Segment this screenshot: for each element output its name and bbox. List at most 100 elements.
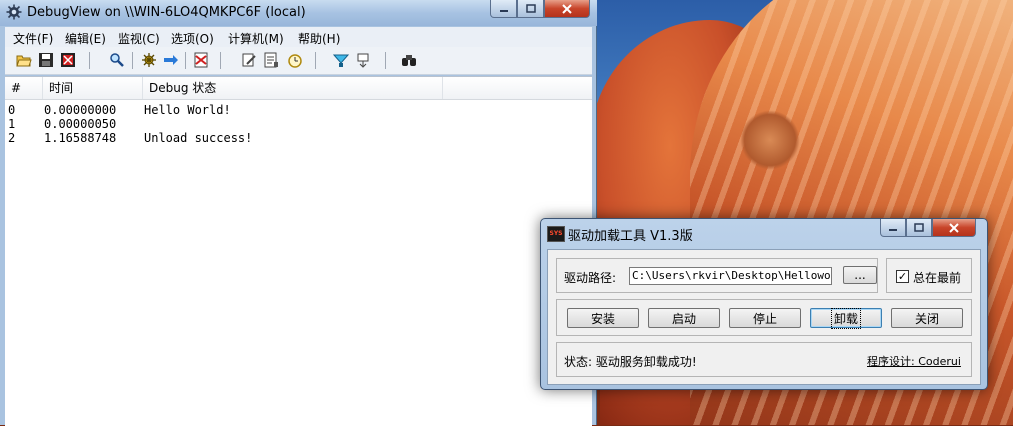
row-time: 1.16588748 xyxy=(44,131,117,145)
filter-button[interactable] xyxy=(192,51,210,69)
log-button[interactable] xyxy=(262,51,280,69)
debugview-titlebar[interactable]: DebugView on \\WIN-6LO4QMKPC6F (local) xyxy=(0,0,597,26)
stop-button[interactable]: 停止 xyxy=(729,308,801,328)
autoscroll-button[interactable] xyxy=(162,51,180,69)
capture-button[interactable] xyxy=(140,51,158,69)
close-icon xyxy=(562,3,572,14)
table-row[interactable]: 0 0.00000000 Hello World! xyxy=(5,103,592,117)
highlight-icon xyxy=(333,54,349,67)
debugview-menubar: 文件(F) 编辑(E) 监视(C) 选项(O) 计算机(M) 帮助(H) xyxy=(5,27,592,47)
start-button-label: 启动 xyxy=(671,311,696,326)
toolbar-separator xyxy=(220,52,221,69)
highlight-button[interactable] xyxy=(332,51,350,69)
unload-button-label: 卸载 xyxy=(830,307,862,329)
minimize-button[interactable] xyxy=(490,0,517,18)
menu-capture[interactable]: 监视(C) xyxy=(118,30,160,47)
path-label: 驱动路径: xyxy=(564,271,617,285)
wallpaper-rock-detail xyxy=(740,110,800,170)
row-time: 0.00000050 xyxy=(44,117,117,131)
dialog-titlebar[interactable]: SYS 驱动加载工具 V1.3版 xyxy=(541,219,987,245)
close-button[interactable] xyxy=(544,0,590,18)
table-row[interactable]: 1 0.00000050 xyxy=(5,117,592,131)
dialog-caption-buttons xyxy=(880,219,976,237)
menu-edit[interactable]: 编辑(E) xyxy=(65,30,106,47)
column-header-number[interactable]: # xyxy=(5,77,43,99)
column-header-empty xyxy=(443,77,592,99)
row-message: Unload success! xyxy=(144,131,253,145)
status-group: 状态: 驱动服务卸载成功! 程序设计: Coderui xyxy=(556,342,972,377)
install-button-label: 安装 xyxy=(590,311,615,326)
maximize-icon xyxy=(525,3,536,13)
debugview-toolbar xyxy=(5,47,592,75)
edit-filter-icon xyxy=(242,53,256,67)
row-number: 0 xyxy=(8,103,16,117)
menu-computer[interactable]: 计算机(M) xyxy=(228,30,284,47)
clock-icon xyxy=(288,54,302,68)
binoculars-button[interactable] xyxy=(400,51,418,69)
edit-filter-button[interactable] xyxy=(240,51,258,69)
close-icon xyxy=(949,222,959,233)
toolbar-separator xyxy=(185,52,186,69)
column-header-debug-status[interactable]: Debug 状态 xyxy=(143,77,443,99)
row-message: Hello World! xyxy=(144,103,231,117)
binoculars-icon xyxy=(402,55,416,66)
action-buttons-group: 安装 启动 停止 卸载 关闭 xyxy=(556,299,972,336)
row-number: 1 xyxy=(8,117,16,131)
topmost-group: ✓ 总在最前 xyxy=(886,258,972,293)
topmost-label: 总在最前 xyxy=(913,271,962,285)
clear-button[interactable] xyxy=(59,51,77,69)
status-text: 状态: 驱动服务卸载成功! xyxy=(564,355,697,369)
clear-icon xyxy=(61,53,75,67)
debug-output-list[interactable]: # 时间 Debug 状态 0 0.00000000 Hello World! … xyxy=(5,76,592,426)
toolbar-separator xyxy=(385,52,386,69)
maximize-icon xyxy=(914,222,924,232)
driver-loader-dialog: SYS 驱动加载工具 V1.3版 驱动路径: C:\Users\rkvir\De… xyxy=(540,218,988,390)
autoscroll-icon xyxy=(164,55,178,65)
menu-options[interactable]: 选项(O) xyxy=(171,30,214,47)
open-button[interactable] xyxy=(15,51,33,69)
clock-button[interactable] xyxy=(286,51,304,69)
debugview-title: DebugView on \\WIN-6LO4QMKPC6F (local) xyxy=(27,5,306,20)
log-icon xyxy=(264,52,278,68)
driver-path-input[interactable]: C:\Users\rkvir\Desktop\Helloworld. xyxy=(629,267,832,285)
history-button[interactable] xyxy=(354,51,372,69)
credit-link[interactable]: 程序设计: Coderui xyxy=(867,353,961,369)
menu-help[interactable]: 帮助(H) xyxy=(298,30,340,47)
save-button[interactable] xyxy=(37,51,55,69)
column-header-time[interactable]: 时间 xyxy=(43,77,143,99)
dialog-body: 驱动路径: C:\Users\rkvir\Desktop\Helloworld.… xyxy=(547,249,981,385)
dialog-minimize-button[interactable] xyxy=(880,219,906,237)
capture-icon xyxy=(142,53,156,67)
close-dialog-button-label: 关闭 xyxy=(914,311,939,326)
debugview-app-icon xyxy=(6,4,22,20)
stop-button-label: 停止 xyxy=(752,311,777,326)
menu-file[interactable]: 文件(F) xyxy=(13,30,53,47)
list-header: # 时间 Debug 状态 xyxy=(5,77,592,100)
browse-button[interactable]: ... xyxy=(843,266,877,284)
dialog-title: 驱动加载工具 V1.3版 xyxy=(568,229,693,244)
history-icon xyxy=(357,53,369,68)
close-dialog-button[interactable]: 关闭 xyxy=(891,308,963,328)
minimize-icon xyxy=(889,228,897,231)
open-icon xyxy=(16,55,32,67)
row-number: 2 xyxy=(8,131,16,145)
minimize-icon xyxy=(499,9,508,12)
maximize-button[interactable] xyxy=(517,0,544,18)
sys-app-icon: SYS xyxy=(547,226,565,242)
filter-icon xyxy=(194,52,208,68)
dialog-maximize-button[interactable] xyxy=(906,219,932,237)
start-button[interactable]: 启动 xyxy=(648,308,720,328)
debugview-caption-buttons xyxy=(490,0,590,18)
path-group: 驱动路径: C:\Users\rkvir\Desktop\Helloworld.… xyxy=(556,258,878,293)
unload-button[interactable]: 卸载 xyxy=(810,307,882,329)
install-button[interactable]: 安装 xyxy=(567,308,639,328)
topmost-checkbox[interactable]: ✓ xyxy=(896,270,909,283)
toolbar-separator xyxy=(315,52,316,69)
toolbar-separator xyxy=(132,52,133,69)
dialog-close-button[interactable] xyxy=(932,219,976,237)
table-row[interactable]: 2 1.16588748 Unload success! xyxy=(5,131,592,145)
find-button[interactable] xyxy=(108,51,126,69)
row-time: 0.00000000 xyxy=(44,103,117,117)
save-icon xyxy=(39,53,53,67)
find-icon xyxy=(110,53,124,67)
